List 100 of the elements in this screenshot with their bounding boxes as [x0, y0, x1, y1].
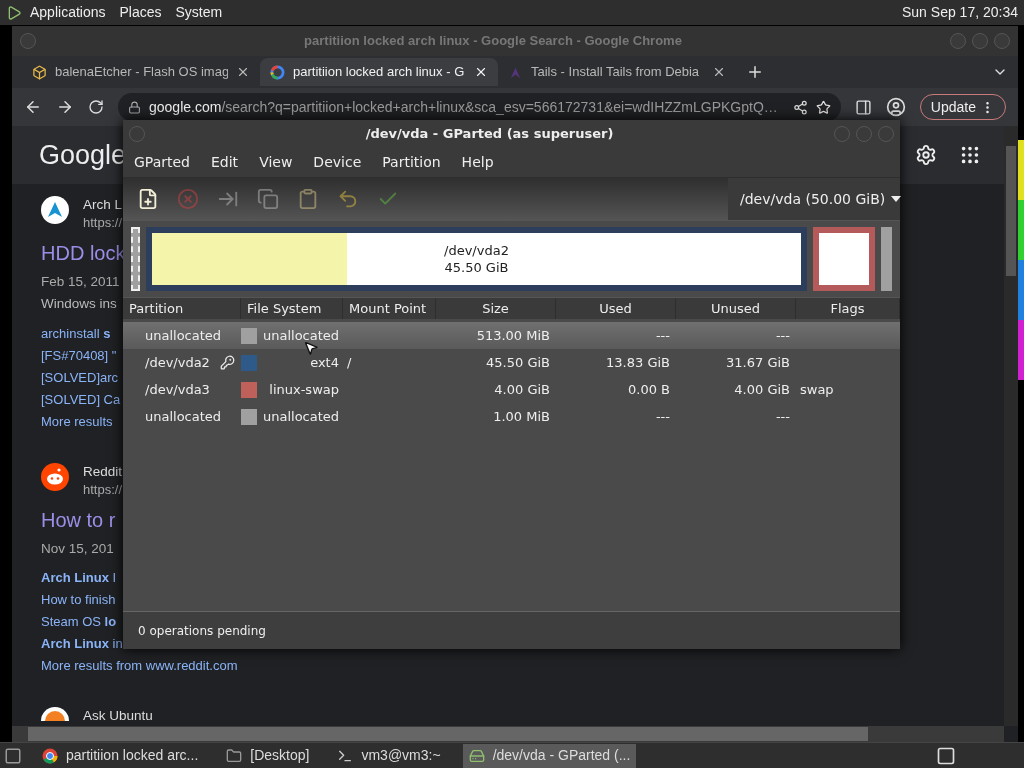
used-value: 0.00 B — [628, 381, 670, 397]
partition-row[interactable]: /dev/vda2 ext4 / 45.50 GiB 13.83 GiB 31.67 GiB — [123, 349, 900, 376]
partition-segment[interactable]: /dev/vda2 45.50 GiB — [146, 227, 807, 291]
browser-tab[interactable]: Tails - Install Tails from Debia — [498, 58, 736, 86]
close-icon[interactable] — [474, 65, 488, 79]
panel-menu[interactable]: Places — [119, 2, 162, 23]
site-name: Reddit — [83, 462, 123, 481]
apps-icon[interactable] — [959, 144, 981, 166]
partition-segment[interactable] — [813, 227, 875, 291]
taskbar-item[interactable]: vm3@vm3:~ — [331, 743, 447, 768]
lock-icon — [128, 100, 141, 114]
menu-item[interactable]: Edit — [211, 152, 239, 173]
used-value: --- — [655, 408, 670, 424]
mount-point: / — [347, 354, 352, 370]
browser-tab[interactable]: partitiion locked arch linux - G — [260, 58, 498, 86]
settings-icon[interactable] — [915, 144, 937, 166]
taskbar-item[interactable]: [Desktop] — [220, 743, 316, 768]
horizontal-scrollbar[interactable] — [12, 726, 1004, 742]
taskbar-item[interactable]: partitiion locked arc... — [36, 743, 205, 768]
site-name: Arch L — [83, 196, 123, 214]
menu-logo-icon[interactable] — [6, 4, 22, 21]
unused-value: --- — [775, 408, 790, 424]
menu-item[interactable]: Device — [313, 152, 362, 173]
browser-tab[interactable]: balenaEtcher - Flash OS imag — [22, 58, 260, 86]
vertical-scrollbar[interactable] — [1004, 126, 1018, 726]
cube-icon — [32, 64, 47, 80]
forward-icon[interactable] — [56, 98, 74, 116]
menu-item[interactable]: Help — [461, 152, 494, 173]
new-file-icon[interactable] — [137, 188, 159, 210]
panel-menu[interactable]: Applications — [30, 2, 106, 23]
partition-name: unallocated — [145, 407, 222, 426]
filesystem-name: unallocated — [263, 326, 341, 345]
show-desktop-icon[interactable] — [4, 746, 22, 765]
close-icon[interactable] — [236, 65, 250, 79]
result-link[interactable]: [SOLVED]arc — [41, 366, 119, 389]
used-value: --- — [655, 327, 670, 343]
result-link[interactable]: Arch Linux I — [41, 566, 117, 589]
flags-value: swap — [800, 381, 834, 397]
menu-item[interactable]: GParted — [134, 152, 190, 173]
partition-name: /dev/vda3 — [145, 380, 210, 399]
folder-icon — [226, 747, 243, 764]
mouse-pointer-icon — [303, 340, 319, 356]
alien-head-icon — [41, 462, 69, 491]
result-date: Feb 15, 2011 — [41, 273, 120, 291]
result-link[interactable]: How to finish — [41, 588, 116, 611]
back-icon[interactable] — [24, 98, 42, 116]
partition-name: unallocated — [145, 326, 222, 345]
panel-menu[interactable]: System — [175, 2, 223, 23]
partition-name: /dev/vda2 — [145, 353, 210, 372]
result-link[interactable]: Steam OS lo — [41, 610, 117, 633]
google-logo: Google — [39, 138, 127, 172]
size-value: 1.00 MiB — [493, 408, 550, 424]
taskbar-item[interactable]: /dev/vda - GParted (... — [462, 743, 637, 768]
address-bar[interactable]: google.com/search?q=partitiion+locked+arch+linux&sca_esv=566172731&ei=wdIHZZmLGPKGptQ… — [118, 93, 841, 121]
google-g-icon — [270, 64, 285, 80]
result-snippet: Windows ins — [41, 295, 117, 314]
size-value: 45.50 GiB — [486, 354, 550, 370]
workspace-icon[interactable] — [936, 745, 956, 766]
partition-row[interactable]: /dev/vda3 linux-swap 4.00 GiB 0.00 B 4.00 GiB swap — [123, 376, 900, 403]
result-link[interactable]: Arch Linux in — [41, 632, 123, 655]
new-tab-icon[interactable] — [746, 63, 764, 81]
menu-item[interactable]: Partition — [382, 152, 441, 173]
unused-value: --- — [775, 327, 790, 343]
share-icon[interactable] — [792, 99, 808, 115]
close-icon[interactable] — [712, 65, 726, 79]
result-link[interactable]: [SOLVED] Ca — [41, 388, 121, 411]
partition-row[interactable]: unallocated unallocated 513.00 MiB --- --- — [123, 322, 900, 349]
menu-item[interactable]: View — [259, 152, 293, 173]
device-selector[interactable]: /dev/vda (50.00 GiB) — [728, 178, 900, 220]
chrome-logo-icon — [42, 747, 58, 764]
triangle-logo-icon — [41, 196, 69, 224]
dropdown-arrow-icon — [891, 196, 902, 202]
result-date: Nov 15, 201 — [41, 539, 114, 558]
star-icon[interactable] — [815, 99, 831, 115]
reload-icon[interactable] — [88, 99, 104, 115]
clock: Sun Sep 17, 20:34 — [902, 3, 1018, 22]
result-link[interactable]: archinstall s — [41, 322, 111, 345]
result-link[interactable]: More results — [41, 410, 113, 433]
result-link[interactable]: More results from www.reddit.com — [41, 654, 238, 677]
url-host: google.com — [149, 97, 222, 117]
profile-icon[interactable] — [885, 97, 906, 117]
result-title[interactable]: HDD lock — [41, 238, 126, 268]
side-panel-icon[interactable] — [854, 98, 872, 116]
status-text: 0 operations pending — [138, 622, 266, 640]
filesystem-name: ext4 — [309, 353, 340, 372]
partition-row[interactable]: unallocated unallocated 1.00 MiB --- --- — [123, 403, 900, 430]
site-url: https:// — [83, 214, 123, 232]
filesystem-name: unallocated — [263, 407, 341, 426]
used-value: 13.83 GiB — [606, 354, 670, 370]
result-link[interactable]: [FS#70408] " — [41, 344, 117, 367]
site-url: https:// — [83, 480, 123, 499]
url-path: /search?q=partitiion+locked+arch+linux&sca_esv=566172731&ei=wdIHZZmLGPKGptQ… — [221, 97, 778, 117]
filesystem-name: linux-swap — [268, 380, 340, 399]
site-name: Ask Ubuntu — [83, 706, 153, 725]
segment-label: /dev/vda2 — [444, 242, 509, 259]
unused-value: 31.67 GiB — [726, 354, 790, 370]
window-title: /dev/vda - GParted (as superuser) — [364, 125, 615, 144]
result-title[interactable]: How to r — [41, 504, 116, 535]
size-value: 513.00 MiB — [476, 327, 550, 343]
segment-size: 45.50 GiB — [444, 259, 509, 276]
